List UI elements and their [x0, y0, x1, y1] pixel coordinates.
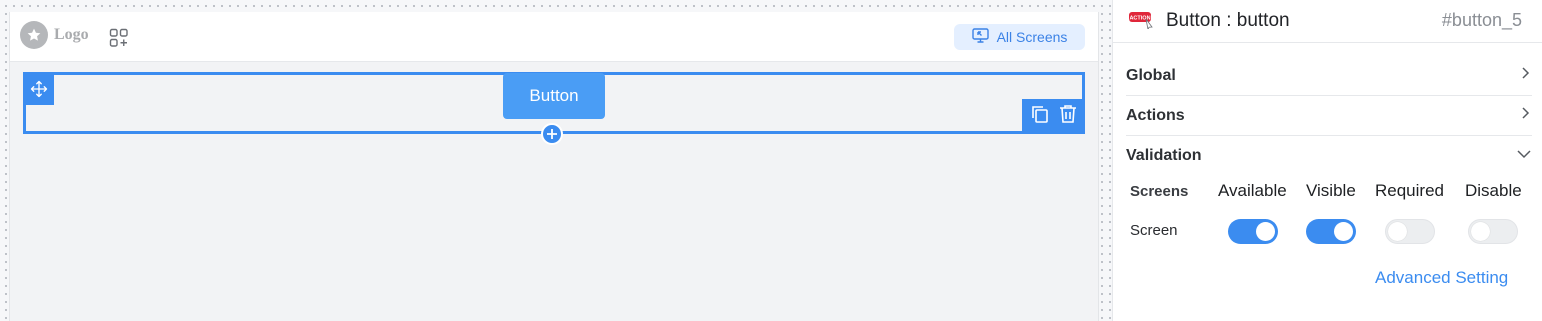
toggle-required[interactable]: [1385, 219, 1435, 244]
row-actions: [1022, 99, 1085, 134]
section-label: Validation: [1126, 147, 1202, 164]
column-header-disable: Disable: [1465, 181, 1522, 200]
component-id: #button_5: [1441, 10, 1522, 30]
toggle-disable[interactable]: [1468, 219, 1518, 244]
selected-row-container[interactable]: Button: [23, 72, 1085, 145]
section-label: Global: [1126, 66, 1176, 84]
row-label-screen: Screen: [1130, 222, 1178, 239]
chevron-down-icon: [1516, 147, 1532, 166]
chevron-right-icon: [1518, 66, 1532, 85]
page-header: Logo All Screens: [10, 12, 1098, 62]
action-badge-icon: ACTION: [1128, 11, 1154, 31]
apps-add-icon[interactable]: [109, 28, 129, 48]
toggle-visible[interactable]: [1306, 219, 1356, 244]
column-header-required: Required: [1375, 181, 1444, 200]
component-title: Button : button: [1166, 10, 1290, 31]
all-screens-button[interactable]: All Screens: [954, 24, 1085, 50]
trash-icon[interactable]: [1059, 104, 1077, 129]
all-screens-label: All Screens: [996, 29, 1068, 45]
section-actions[interactable]: Actions: [1126, 96, 1532, 136]
chevron-right-icon: [1518, 106, 1532, 125]
column-header-available: Available: [1218, 181, 1287, 200]
builder-root: Logo All Screens Button ACTION Button: …: [0, 0, 1542, 321]
plus-icon[interactable]: [541, 123, 563, 145]
logo-text: Logo: [54, 26, 89, 43]
section-validation[interactable]: Validation: [1126, 136, 1532, 176]
design-canvas: Logo All Screens Button: [0, 0, 1112, 321]
button-preview[interactable]: Button: [503, 73, 605, 119]
column-header-screens: Screens: [1130, 183, 1189, 200]
advanced-setting-link[interactable]: Advanced Setting: [1375, 268, 1508, 288]
page-frame: Logo All Screens Button: [9, 12, 1099, 321]
panel-header: ACTION Button : button #button_5: [1113, 0, 1542, 43]
toggle-available[interactable]: [1228, 219, 1278, 244]
column-header-visible: Visible: [1306, 181, 1356, 200]
move-icon[interactable]: [23, 72, 54, 105]
section-global[interactable]: Global: [1126, 56, 1532, 96]
screen-icon: [971, 28, 989, 46]
copy-icon[interactable]: [1030, 104, 1050, 129]
logo: Logo: [20, 21, 89, 49]
section-label: Actions: [1126, 106, 1185, 124]
star-icon: [20, 21, 48, 49]
properties-panel: ACTION Button : button #button_5 Global …: [1112, 0, 1542, 321]
